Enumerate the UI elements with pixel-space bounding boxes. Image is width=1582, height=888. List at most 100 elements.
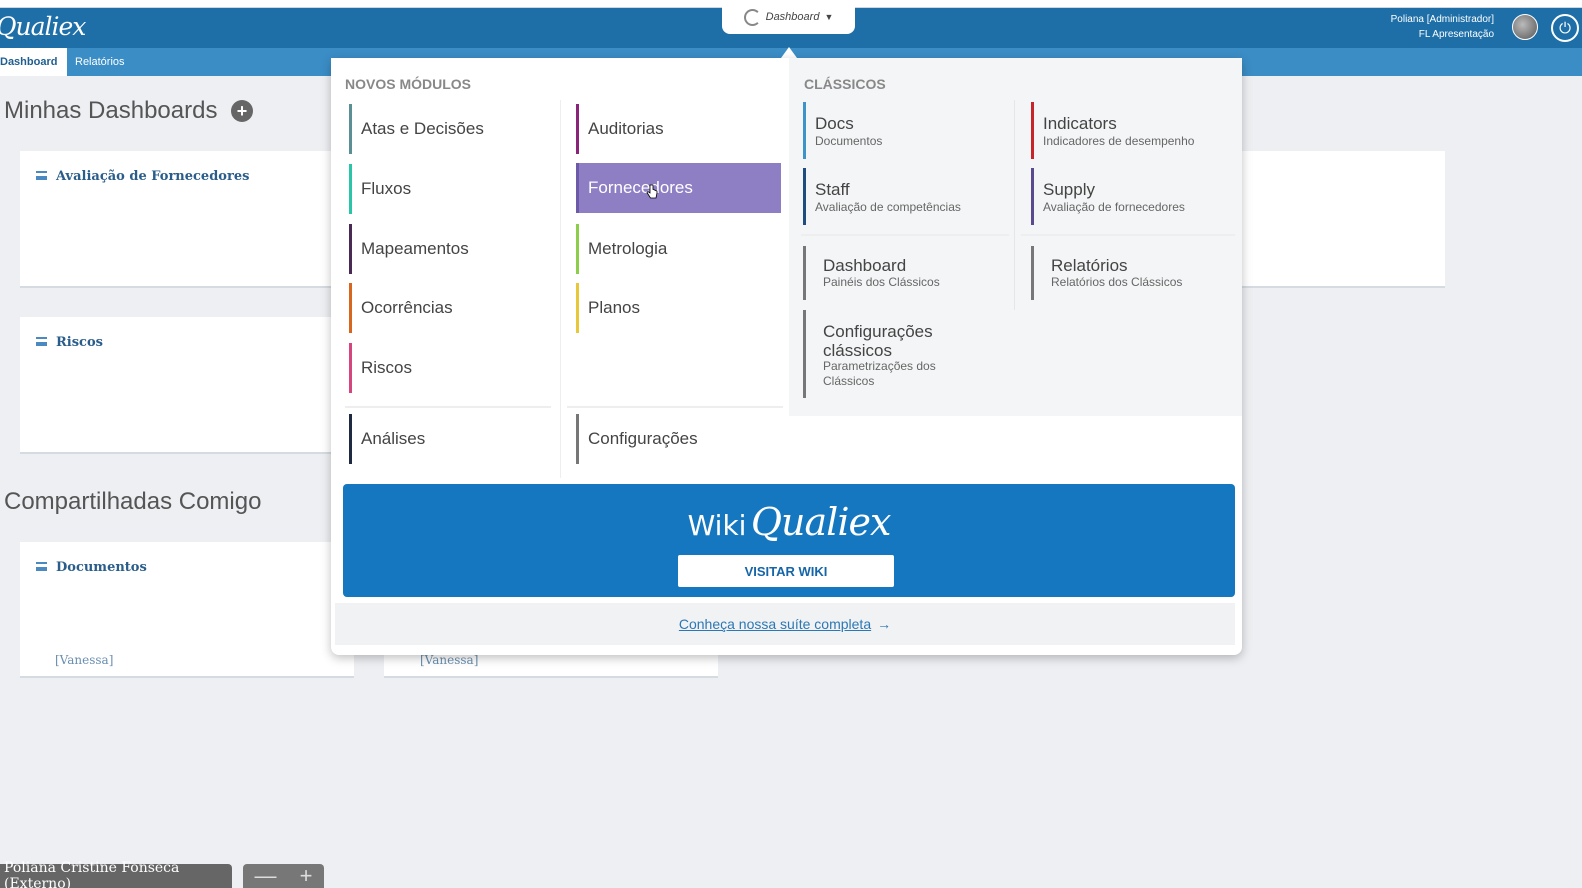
module-label: Auditorias [588,119,664,138]
module-menu: NOVOS MÓDULOS CLÁSSICOS Atas e Decisões … [331,58,1242,655]
user-company: FL Apresentação [1418,29,1494,40]
suite-link[interactable]: Conheça nossa suíte completa [679,616,871,632]
shared-card[interactable]: Documentos [Vanessa] [20,542,354,678]
classic-configuracoes[interactable]: Configurações clássicos Parametrizações … [803,310,963,398]
classic-title: Supply [1043,180,1095,199]
module-label: Configurações [588,429,698,448]
wiki-banner: Wiki Qualiex VISITAR WIKI [343,484,1235,597]
module-label: Riscos [361,358,413,377]
color-bar [576,163,579,213]
arrow-right-icon[interactable]: → [877,616,891,632]
color-bar [803,168,806,225]
card-owner: [Vanessa] [55,653,114,667]
classic-docs[interactable]: Docs Documentos [803,102,1013,159]
classic-supply[interactable]: Supply Avaliação de fornecedores [1031,168,1241,225]
page-title: Minhas Dashboards [4,97,218,124]
dashboard-switcher-label: Dashboard [765,11,820,23]
classic-title: Dashboard [823,256,907,275]
color-bar [349,414,352,464]
power-icon[interactable]: ⏻ [1551,14,1579,42]
bottom-user-label[interactable]: Poliana Cristine Fonseca (Externo) [0,860,232,888]
chevron-down-icon: ▼ [824,12,834,22]
user-info[interactable]: Poliana [Administrador] FL Apresentação [1391,12,1494,42]
color-bar [576,104,579,154]
row-divider [1021,234,1235,236]
classic-title: Relatórios [1051,256,1128,275]
classic-subtitle: Avaliação de fornecedores [1043,200,1185,214]
color-bar [803,246,806,300]
module-ocorrencias[interactable]: Ocorrências [349,283,554,333]
color-bar [576,414,579,464]
classic-title: Indicators [1043,114,1117,133]
classic-relatorios[interactable]: Relatórios Relatórios dos Clássicos [1031,246,1241,300]
module-label: Fluxos [361,179,412,198]
module-fornecedores[interactable]: Fornecedores [576,163,781,213]
classic-heading: CLÁSSICOS [804,76,886,92]
card-title[interactable]: Riscos [56,335,103,350]
module-configuracoes[interactable]: Configurações [576,414,781,464]
card-title[interactable]: Avaliação de Fornecedores [56,169,249,184]
color-bar [1031,102,1034,159]
module-metrologia[interactable]: Metrologia [576,224,781,274]
wiki-brand: Qualiex [750,500,892,544]
classic-indicators[interactable]: Indicators Indicadores de desempenho [1031,102,1241,159]
wiki-logo: Wiki Qualiex [343,500,1235,544]
row-divider [801,234,1009,236]
card-title[interactable]: Documentos [56,560,147,575]
module-planos[interactable]: Planos [576,283,781,333]
tab-relatorios[interactable]: Relatórios [65,48,135,76]
wiki-prefix: Wiki [687,509,747,542]
color-bar [803,310,806,398]
zoom-controls: — + [243,863,324,888]
classic-staff[interactable]: Staff Avaliação de competências [803,168,1013,225]
row-divider [345,406,551,408]
classic-subtitle: Painéis dos Clássicos [823,275,940,289]
hamburger-icon[interactable] [36,337,47,346]
module-label: Atas e Decisões [361,119,484,138]
color-bar [349,164,352,214]
hand-cursor-icon [646,184,658,199]
module-fluxos[interactable]: Fluxos [349,164,554,214]
classic-title: Docs [815,114,854,133]
classic-title: Configurações clássicos [823,322,933,360]
plus-circle-icon[interactable]: + [231,100,253,122]
classic-subtitle: Documentos [815,134,883,148]
color-bar [349,104,352,154]
qualiex-logo[interactable]: Qualiex [0,12,86,41]
tab-dashboard[interactable]: Dashboard [0,48,68,76]
color-bar [1031,246,1034,300]
module-label: Análises [361,429,426,448]
color-bar [576,283,579,333]
hamburger-icon[interactable] [36,562,47,571]
hamburger-icon[interactable] [36,171,47,180]
zoom-out-button[interactable]: — [255,863,277,888]
user-name: Poliana [Administrador] [1390,14,1494,25]
classic-dashboard[interactable]: Dashboard Painéis dos Clássicos [803,246,1013,300]
avatar[interactable] [1512,14,1538,40]
section-title: Compartilhadas Comigo [4,488,262,515]
classic-subtitle: Parametrizações dos Clássicos [823,359,936,388]
dropdown-arrow [781,47,797,58]
module-label: Mapeamentos [361,239,469,258]
card-owner: [Vanessa] [420,653,479,667]
suite-bar: Conheça nossa suíte completa → [335,603,1235,645]
module-atas[interactable]: Atas e Decisões [349,104,554,154]
zoom-in-button[interactable]: + [300,863,313,888]
dashboard-icon [743,8,761,26]
module-label: Metrologia [588,239,668,258]
module-mapeamentos[interactable]: Mapeamentos [349,224,554,274]
dashboard-card[interactable]: Riscos [20,317,338,454]
module-analises[interactable]: Análises [349,414,554,464]
color-bar [349,283,352,333]
visit-wiki-button[interactable]: VISITAR WIKI [678,555,894,587]
module-label: Fornecedores [588,178,693,197]
dashboard-switcher[interactable]: Dashboard ▼ [722,0,855,34]
color-bar [576,224,579,274]
classic-subtitle: Indicadores de desempenho [1043,134,1195,148]
color-bar [349,224,352,274]
row-divider [567,406,783,408]
module-riscos[interactable]: Riscos [349,343,554,393]
module-auditorias[interactable]: Auditorias [576,104,781,154]
color-bar [803,102,806,159]
column-divider [560,100,561,478]
